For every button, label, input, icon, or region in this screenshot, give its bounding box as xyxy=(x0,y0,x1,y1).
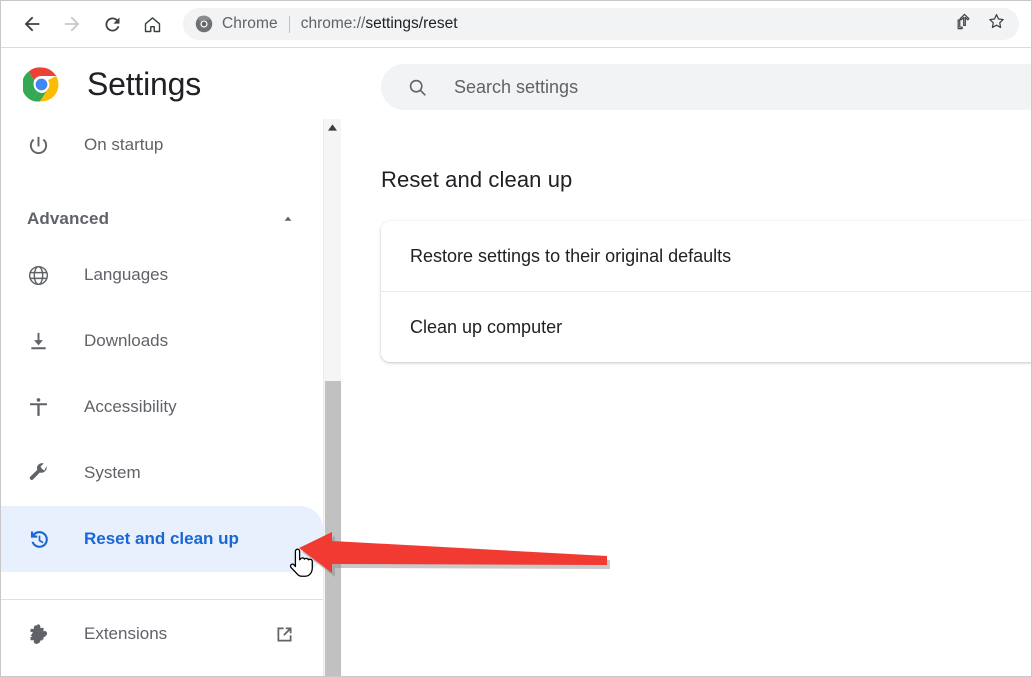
browser-window: Chrome chrome://settings/reset Settings … xyxy=(0,0,1032,677)
sidebar-item-reset-and-clean-up[interactable]: Reset and clean up xyxy=(1,506,323,572)
sidebar-item-label: System xyxy=(84,463,141,482)
wrench-icon xyxy=(27,462,55,485)
sidebar-item-accessibility[interactable]: Accessibility xyxy=(1,374,323,440)
forward-arrow-icon xyxy=(61,13,83,35)
address-bar[interactable]: Chrome chrome://settings/reset xyxy=(183,8,1019,40)
chevron-up-icon[interactable] xyxy=(281,212,295,226)
home-button[interactable] xyxy=(135,7,169,41)
search-input[interactable] xyxy=(454,76,994,98)
card-row-restore-defaults[interactable]: Restore settings to their original defau… xyxy=(381,221,1031,291)
reload-icon xyxy=(102,14,123,35)
omnibox-url-path: settings/reset xyxy=(365,15,458,32)
settings-header: Settings xyxy=(1,49,341,119)
home-icon xyxy=(142,14,163,35)
settings-sidebar: On startup Advanced Languages Downloads … xyxy=(1,119,323,676)
settings-main-content: Reset and clean up Restore settings to t… xyxy=(342,49,1031,676)
download-icon xyxy=(27,330,55,353)
puzzle-piece-icon xyxy=(27,622,55,647)
sidebar-item-downloads[interactable]: Downloads xyxy=(1,308,323,374)
omnibox-url: chrome://settings/reset xyxy=(301,15,939,33)
omnibox-separator xyxy=(288,15,290,33)
omnibox-actions xyxy=(947,9,1011,39)
share-icon xyxy=(955,12,974,36)
sidebar-section-advanced[interactable]: Advanced xyxy=(1,196,323,242)
accessibility-icon xyxy=(27,396,55,419)
bookmark-button[interactable] xyxy=(981,9,1011,39)
sidebar-scrollbar[interactable] xyxy=(323,119,341,676)
scrollbar-thumb[interactable] xyxy=(325,381,341,676)
sidebar-item-label: Reset and clean up xyxy=(84,529,239,548)
card-row-label: Restore settings to their original defau… xyxy=(410,245,732,266)
chrome-logo-icon xyxy=(21,66,60,103)
scroll-up-arrow-icon[interactable] xyxy=(324,119,341,136)
sidebar-item-extensions[interactable]: Extensions xyxy=(1,600,323,668)
sidebar-section-label: Advanced xyxy=(27,209,110,228)
sidebar-item-label: Downloads xyxy=(84,331,169,350)
reset-options-card: Restore settings to their original defau… xyxy=(381,221,1031,362)
sidebar-item-languages[interactable]: Languages xyxy=(1,242,323,308)
forward-button[interactable] xyxy=(55,7,89,41)
restore-history-icon xyxy=(27,527,55,552)
section-heading: Reset and clean up xyxy=(381,167,573,192)
sidebar-item-label: On startup xyxy=(84,135,164,154)
back-arrow-icon xyxy=(21,13,43,35)
search-icon xyxy=(407,77,428,98)
sidebar-item-system[interactable]: System xyxy=(1,440,323,506)
page-title: Settings xyxy=(87,65,202,102)
sidebar-item-label: Languages xyxy=(84,265,169,284)
star-icon xyxy=(986,11,1007,37)
omnibox-url-prefix: chrome:// xyxy=(300,15,366,32)
reload-button[interactable] xyxy=(95,7,129,41)
card-row-clean-up-computer[interactable]: Clean up computer xyxy=(381,292,1031,362)
card-row-label: Clean up computer xyxy=(410,316,563,337)
power-icon xyxy=(27,134,55,157)
external-link-icon[interactable] xyxy=(274,624,295,645)
share-button[interactable] xyxy=(949,9,979,39)
sidebar-item-label: Extensions xyxy=(84,624,168,643)
globe-icon xyxy=(27,264,55,287)
chrome-logo-icon xyxy=(195,15,213,33)
search-settings-bar[interactable] xyxy=(381,64,1031,110)
back-button[interactable] xyxy=(15,7,49,41)
sidebar-item-label: Accessibility xyxy=(84,397,177,416)
omnibox-brand-label: Chrome xyxy=(222,15,278,32)
sidebar-item-on-startup[interactable]: On startup xyxy=(1,119,323,171)
browser-toolbar: Chrome chrome://settings/reset xyxy=(1,1,1031,48)
